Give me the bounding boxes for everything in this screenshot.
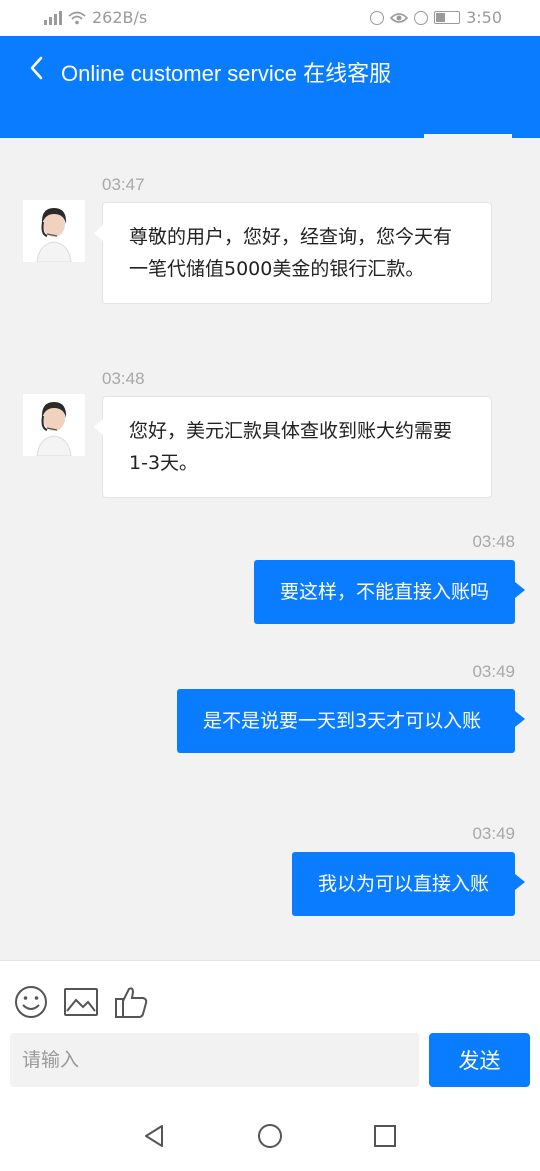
eye-icon [390,12,409,23]
message-time: 03:48 [102,369,145,388]
outgoing-message: 是不是说要一天到3天才可以入账 [177,689,525,753]
net-speed: 262B/s [92,8,148,27]
composer-panel: 发送 [0,960,540,1171]
alarm-icon [414,10,429,25]
agent-avatar-icon [23,200,85,262]
image-icon[interactable] [62,983,100,1021]
agent-avatar [23,200,85,262]
app-header: Online customer service 在线客服 [0,36,540,138]
chat-thread[interactable]: 03:47 尊敬的用户，您好，经查询，您今天有一笔代储值5000美金的银行汇款。… [0,138,540,960]
status-bar: 262B/s 3:50 [0,0,540,36]
message-time: 03:47 [102,175,145,194]
home-nav-icon[interactable] [255,1121,285,1151]
battery-fill [436,13,446,22]
agent-avatar-icon [23,394,85,456]
message-time: 03:48 [472,532,515,551]
send-button[interactable]: 发送 [429,1033,530,1087]
signal-icon [44,10,62,25]
incoming-message: 尊敬的用户，您好，经查询，您今天有一笔代储值5000美金的银行汇款。 [94,202,492,304]
message-input[interactable] [10,1033,419,1087]
emoji-icon[interactable] [12,983,50,1021]
back-arrow-icon[interactable] [24,54,52,82]
incoming-message: 您好，美元汇款具体查收到账大约需要1-3天。 [94,396,492,498]
back-nav-icon[interactable] [140,1121,170,1151]
nfc-icon [370,10,385,25]
thumbs-up-icon[interactable] [112,983,150,1021]
outgoing-message: 要这样，不能直接入账吗 [253,560,526,624]
status-left: 262B/s [44,8,147,27]
message-time: 03:49 [472,824,515,843]
wifi-icon [68,11,86,24]
status-time: 3:50 [466,8,502,27]
status-right: 3:50 [370,8,502,27]
recents-nav-icon[interactable] [370,1121,400,1151]
battery-icon [434,11,461,24]
message-time: 03:49 [472,662,515,681]
page-title: Online customer service 在线客服 [61,61,392,86]
agent-avatar [23,394,85,456]
outgoing-message: 我以为可以直接入账 [291,852,526,916]
